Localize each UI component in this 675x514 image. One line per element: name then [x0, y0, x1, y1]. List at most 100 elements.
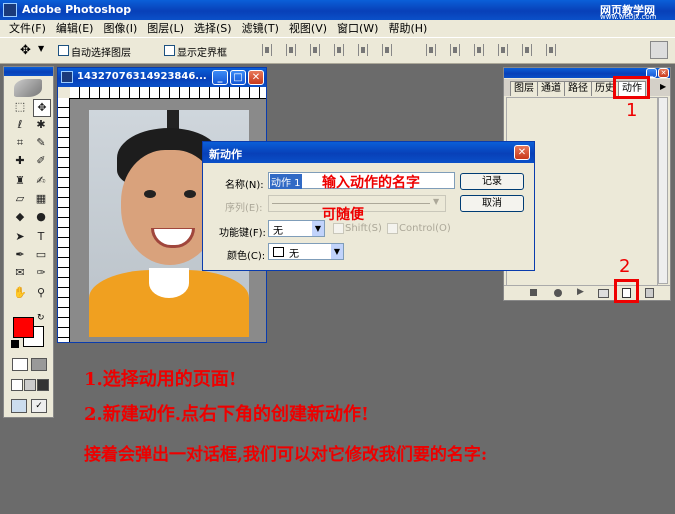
distribute-top-icon[interactable] [426, 44, 436, 56]
blur-tool-icon[interactable]: ◆ [12, 209, 28, 225]
crop-tool-icon[interactable]: ⌗ [12, 135, 28, 151]
dodge-tool-icon[interactable]: ● [33, 209, 49, 225]
menu-item[interactable]: 编辑(E) [51, 20, 99, 37]
vertical-ruler [58, 98, 70, 342]
distribute-right-icon[interactable] [546, 44, 556, 56]
menu-item[interactable]: 图层(L) [142, 20, 189, 37]
brush-tool-icon[interactable]: ✐ [33, 153, 49, 169]
panel-scrollbar[interactable] [658, 97, 668, 284]
type-tool-icon[interactable]: T [33, 229, 49, 245]
palette-well-icon[interactable] [650, 41, 668, 59]
cancel-button[interactable]: 取消 [460, 195, 524, 212]
actions-tab-highlight [613, 76, 650, 99]
marquee-tool-icon[interactable]: ⬚ [12, 99, 28, 115]
align-left-icon[interactable] [334, 44, 344, 56]
minimize-button[interactable]: _ [212, 70, 228, 85]
panel-close-button[interactable]: ✕ [658, 68, 669, 78]
slice-tool-icon[interactable]: ✎ [33, 135, 49, 151]
menu-item[interactable]: 选择(S) [189, 20, 237, 37]
menu-item[interactable]: 帮助(H) [383, 20, 432, 37]
screen-mode-full-icon[interactable] [37, 379, 49, 391]
maximize-button[interactable]: □ [230, 70, 246, 85]
path-select-icon[interactable]: ➤ [12, 229, 28, 245]
new-action-dialog: 新动作 ✕ 名称(N): 动作 1 序列(E): ▼ 功能键(F): 无 ▼ S… [202, 141, 535, 271]
pen-tool-icon[interactable]: ✒ [12, 247, 28, 263]
dialog-close-button[interactable]: ✕ [514, 145, 530, 160]
delete-trash-icon[interactable] [645, 288, 654, 298]
panel-tab[interactable]: 路径 [564, 81, 592, 96]
actions-bottom-bar: ▶ [504, 285, 670, 300]
align-right-icon[interactable] [382, 44, 392, 56]
align-hcenter-icon[interactable] [358, 44, 368, 56]
toolbox: ⬚ ✥ ℓ ✱ ⌗ ✎ ✚ ✐ ♜ ✍ ▱ ▦ ◆ ● ➤ T ✒ ▭ ✉ ✑ ✋ ⚲ ↻ ✓ [3, 66, 54, 418]
distribute-hcenter-icon[interactable] [522, 44, 532, 56]
new-set-folder-icon[interactable] [598, 289, 609, 298]
shift-checkbox[interactable] [333, 223, 344, 234]
set-chevron-down-icon: ▼ [433, 197, 440, 206]
control-checkbox[interactable] [387, 223, 398, 234]
align-bottom-icon[interactable] [310, 44, 320, 56]
show-bounds-checkbox[interactable] [164, 45, 175, 56]
color-label: 颜色(C): [227, 251, 266, 262]
name-label: 名称(N): [225, 180, 264, 191]
name-hint-annotation: 输入动作的名字 [322, 175, 420, 191]
gradient-tool-icon[interactable]: ▦ [33, 191, 49, 207]
magic-wand-icon[interactable]: ✱ [33, 117, 49, 133]
hotkey-select[interactable]: 无 ▼ [268, 220, 325, 237]
hotkey-label: 功能键(F): [219, 228, 266, 239]
play-icon[interactable]: ▶ [577, 287, 584, 297]
panel-tab[interactable]: 图层 [510, 81, 538, 96]
clone-stamp-icon[interactable]: ♜ [12, 173, 28, 189]
align-top-icon[interactable] [262, 44, 272, 56]
menu-item[interactable]: 窗口(W) [332, 20, 383, 37]
menu-item[interactable]: 图像(I) [98, 20, 142, 37]
healing-brush-icon[interactable]: ✚ [12, 153, 28, 169]
screen-mode-menu-icon[interactable] [24, 379, 36, 391]
color-swatch [273, 247, 284, 257]
stop-icon[interactable] [530, 289, 537, 296]
panel-menu-arrow-icon[interactable]: ▶ [660, 82, 666, 91]
distribute-left-icon[interactable] [498, 44, 508, 56]
record-button[interactable]: 记录 [460, 173, 524, 190]
default-colors-icon[interactable] [11, 340, 19, 348]
move-tool-icon[interactable]: ✥ [33, 99, 51, 117]
step-2-text: 2.新建动作.点右下角的创建新动作! [84, 404, 369, 425]
toolbox-title-bar [4, 67, 53, 76]
eraser-tool-icon[interactable]: ▱ [12, 191, 28, 207]
history-brush-icon[interactable]: ✍ [33, 173, 49, 189]
close-button[interactable]: ✕ [248, 70, 264, 85]
marker-2: 2 [619, 256, 631, 277]
dialog-title: 新动作 [209, 148, 242, 161]
quickmask-mode-icon[interactable] [31, 358, 47, 371]
record-icon[interactable] [554, 289, 562, 297]
menu-item[interactable]: 滤镜(T) [237, 20, 284, 37]
imageready-icon[interactable] [11, 399, 27, 413]
distribute-vcenter-icon[interactable] [450, 44, 460, 56]
foreground-color-swatch[interactable] [13, 317, 34, 338]
marker-1: 1 [626, 100, 638, 121]
move-tool-icon[interactable]: ✥ [20, 43, 31, 58]
swap-colors-icon[interactable]: ↻ [37, 313, 45, 323]
lasso-tool-icon[interactable]: ℓ [12, 117, 28, 133]
jump-to-icon[interactable]: ✓ [31, 399, 47, 413]
notes-tool-icon[interactable]: ✉ [12, 265, 28, 281]
eyedropper-icon[interactable]: ✑ [33, 265, 49, 281]
photoshop-logo-icon [3, 3, 17, 17]
optional-hint-annotation: 可随便 [322, 207, 364, 223]
standard-mode-icon[interactable] [12, 358, 28, 371]
document-icon [61, 71, 73, 83]
screen-mode-standard-icon[interactable] [11, 379, 23, 391]
shape-tool-icon[interactable]: ▭ [33, 247, 49, 263]
hand-tool-icon[interactable]: ✋ [12, 285, 28, 301]
panel-tab[interactable]: 通道 [537, 81, 565, 96]
horizontal-ruler [70, 87, 266, 99]
auto-select-checkbox[interactable] [58, 45, 69, 56]
color-chevron-down-icon: ▼ [331, 244, 343, 259]
zoom-tool-icon[interactable]: ⚲ [33, 285, 49, 301]
tool-preset-chevron-icon[interactable]: ▼ [38, 44, 44, 53]
menu-item[interactable]: 文件(F) [4, 20, 51, 37]
align-vcenter-icon[interactable] [286, 44, 296, 56]
distribute-bottom-icon[interactable] [474, 44, 484, 56]
menu-item[interactable]: 视图(V) [284, 20, 332, 37]
color-select[interactable]: 无 ▼ [268, 243, 344, 260]
